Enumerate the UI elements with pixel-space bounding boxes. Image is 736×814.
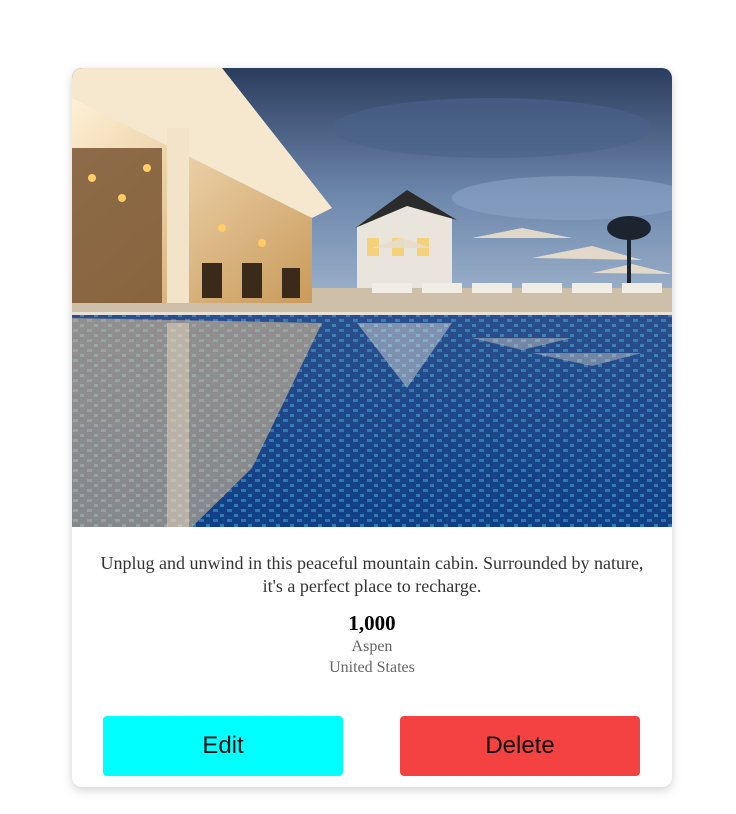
delete-button[interactable]: Delete <box>400 716 640 776</box>
listing-price: 1,000 <box>348 611 396 635</box>
listing-country: United States <box>329 659 415 676</box>
listing-card: Unplug and unwind in this peaceful mount… <box>72 68 672 787</box>
listing-description: Unplug and unwind in this peaceful mount… <box>100 553 644 596</box>
edit-button[interactable]: Edit <box>103 716 343 776</box>
listing-city: Aspen <box>351 638 393 655</box>
listing-photo <box>72 68 672 527</box>
